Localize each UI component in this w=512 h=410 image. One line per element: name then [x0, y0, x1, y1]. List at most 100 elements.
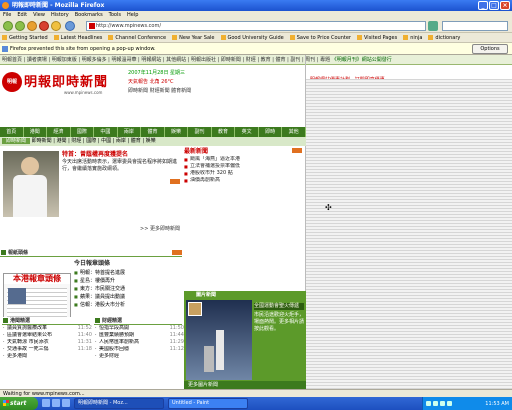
latest-news-item[interactable]: 港股收市升 320 點	[184, 170, 304, 177]
address-bar[interactable]: http://www.mpinews.com/	[86, 21, 426, 31]
clock[interactable]: 11:53 AM	[485, 401, 509, 407]
subnav-selected[interactable]: 即時新聞	[2, 138, 31, 144]
news-row[interactable]: 議員質詢醫療改革 11:52	[2, 325, 92, 332]
tray-update-icon[interactable]	[447, 401, 452, 406]
bookmark-star-icon[interactable]	[65, 21, 75, 31]
quick-launch-media-icon[interactable]	[62, 399, 70, 407]
news-row[interactable]: 匯豐業績勝預期 11:44	[94, 332, 184, 339]
bookmark-item[interactable]: dictionary	[428, 33, 460, 42]
bookmark-item[interactable]: Save to Price Counter	[289, 33, 351, 42]
popup-blocked-bar: Firefox prevented this site from opening…	[0, 43, 512, 55]
tab-china[interactable]: 中國	[94, 127, 118, 137]
menu-view[interactable]: View	[33, 11, 45, 19]
more-tag-icon[interactable]	[292, 148, 302, 153]
menu-bar: File Edit View History Bookmarks Tools H…	[0, 11, 512, 19]
close-button[interactable]: ×	[500, 1, 510, 10]
photo-news-footer[interactable]: 更多圖片新聞	[184, 381, 306, 389]
tab-cross-strait[interactable]: 兩岸	[118, 127, 142, 137]
photo-thumbnail[interactable]	[188, 302, 202, 316]
news-row-time: 11:44	[169, 332, 184, 338]
taskbar-item-firefox[interactable]: 明報即時新聞 - Moz...	[74, 398, 164, 409]
go-icon[interactable]	[428, 21, 438, 31]
tab-education[interactable]: 教育	[212, 127, 236, 137]
news-row[interactable]: 美國股市回穩 11:12	[94, 346, 184, 353]
home-icon[interactable]	[51, 21, 61, 31]
tray-network-icon[interactable]	[426, 401, 431, 406]
menu-bookmarks[interactable]: Bookmarks	[75, 11, 103, 19]
newspaper-thumbnail[interactable]: 本港報章頭條	[3, 273, 71, 323]
news-row[interactable]: 恒指早段高開 11:50	[94, 325, 184, 332]
news-row[interactable]: 更多財經	[94, 353, 184, 360]
tab-english[interactable]: 英文	[235, 127, 259, 137]
bookmark-item[interactable]: Good University Guide	[220, 33, 284, 42]
menu-history[interactable]: History	[51, 11, 69, 19]
stop-icon[interactable]	[39, 21, 49, 31]
news-row[interactable]: 天氣轉涼 市民添衣 11:31	[2, 339, 92, 346]
tray-volume-icon[interactable]	[433, 401, 438, 406]
taskbar-item-paint[interactable]: Untitled - Paint	[168, 398, 248, 409]
today-headline-item[interactable]: 蘋果：議員提出動議	[74, 293, 182, 301]
menu-tools[interactable]: Tools	[109, 11, 121, 19]
latest-news-item[interactable]: 油價再創新高	[184, 177, 304, 184]
options-button[interactable]: Options	[472, 44, 508, 54]
photo-news-highlight[interactable]: 全國運動會聖火傳遞	[254, 303, 304, 310]
minimize-button[interactable]: _	[478, 1, 488, 10]
tab-local[interactable]: 港聞	[24, 127, 48, 137]
tab-home[interactable]: 首頁	[0, 127, 24, 137]
main-headline[interactable]: 特首：曾蔭權再度獲提名	[62, 151, 180, 159]
weather-line[interactable]: 天氣報告 北角 26°C	[128, 78, 308, 87]
quick-launch-browser-icon[interactable]	[52, 399, 60, 407]
quick-links[interactable]: 即時新聞 財經新聞 體育新聞	[128, 87, 308, 96]
headline-photo[interactable]	[3, 151, 59, 217]
quick-launch-desktop-icon[interactable]	[42, 399, 50, 407]
bookmark-item[interactable]: Getting Started	[2, 33, 48, 42]
reload-icon[interactable]	[27, 21, 37, 31]
menu-file[interactable]: File	[3, 11, 11, 19]
start-button[interactable]: start	[0, 397, 38, 410]
bookmark-icon	[220, 35, 226, 40]
news-row[interactable]: 區議會選舉結果公布 11:40	[2, 332, 92, 339]
maximize-button[interactable]: □	[489, 1, 499, 10]
menu-help[interactable]: Help	[127, 11, 138, 19]
bookmark-item[interactable]: ninja	[403, 33, 422, 42]
bookmark-item[interactable]: Latest Headlines	[53, 33, 102, 42]
search-input[interactable]	[442, 21, 508, 31]
latest-news-item[interactable]: 立法會補選投票率偏低	[184, 163, 304, 170]
news-row[interactable]: 人民幣匯率創新高 11:29	[94, 339, 184, 346]
top-links-promo[interactable]: 《明報月刊》網站公開發行	[332, 57, 392, 63]
page-content: 明報首頁 | 讀者廣場 | 明報加東版 | 明報多倫多 | 明報溫哥華 | 明報…	[0, 55, 512, 397]
photo-news-caption: 市民沿途歡迎火炬手，場面熱鬧。更多相片請按此觀看。	[254, 312, 305, 332]
more-news-link[interactable]: >> 更多即時新聞	[140, 225, 180, 232]
top-links-text[interactable]: 明報首頁 | 讀者廣場 | 明報加東版 | 明報多倫多 | 明報溫哥華 | 明報…	[2, 57, 330, 63]
newspaper-headline: 本港報章頭條	[4, 274, 70, 284]
today-headline-item[interactable]: 東方：市民關注交通	[74, 285, 182, 293]
today-headlines-title: 今日報章頭條	[74, 260, 111, 267]
tab-sports[interactable]: 體育	[141, 127, 165, 137]
menu-edit[interactable]: Edit	[17, 11, 27, 19]
tab-instant[interactable]: 即時	[259, 127, 283, 137]
tab-international[interactable]: 國際	[71, 127, 95, 137]
today-headline-item[interactable]: 星島：樓價再升	[74, 277, 182, 285]
tab-supplement[interactable]: 副刊	[188, 127, 212, 137]
forward-icon[interactable]	[15, 21, 25, 31]
photo-news-image[interactable]	[186, 300, 252, 380]
today-headline-item[interactable]: 信報：港股大市分析	[74, 301, 182, 309]
more-tag-icon[interactable]	[170, 179, 180, 184]
system-tray: 11:53 AM	[422, 397, 512, 410]
tab-entertainment[interactable]: 娛樂	[165, 127, 189, 137]
back-icon[interactable]	[3, 21, 13, 31]
bookmark-item[interactable]: Visited Pages	[357, 33, 397, 42]
subnav-links[interactable]: 即時新聞 | 港聞 | 財經 | 國際 | 中國 | 兩岸 | 體育 | 娛樂	[32, 138, 156, 144]
news-row[interactable]: 交通事故 一死三傷 11:18	[2, 346, 92, 353]
site-logo[interactable]: 明報 明報即時新聞 www.mpinews.com	[2, 69, 122, 99]
photo-news-text: 全國運動會聖火傳遞 市民沿途歡迎火炬手，場面熱鬧。更多相片請按此觀看。	[254, 303, 304, 333]
news-row[interactable]: 更多港聞	[2, 353, 92, 360]
bookmark-item[interactable]: New Year Sale	[172, 33, 215, 42]
latest-news-item[interactable]: 颱風「海燕」逼近本港	[184, 156, 304, 163]
today-headline-item[interactable]: 明報：特首提名進展	[74, 269, 182, 277]
tab-other[interactable]: 其他	[282, 127, 306, 137]
bookmark-item[interactable]: Channel Conference	[108, 33, 166, 42]
tab-economy[interactable]: 經濟	[47, 127, 71, 137]
tray-security-icon[interactable]	[440, 401, 445, 406]
more-tag-icon[interactable]	[172, 250, 182, 255]
